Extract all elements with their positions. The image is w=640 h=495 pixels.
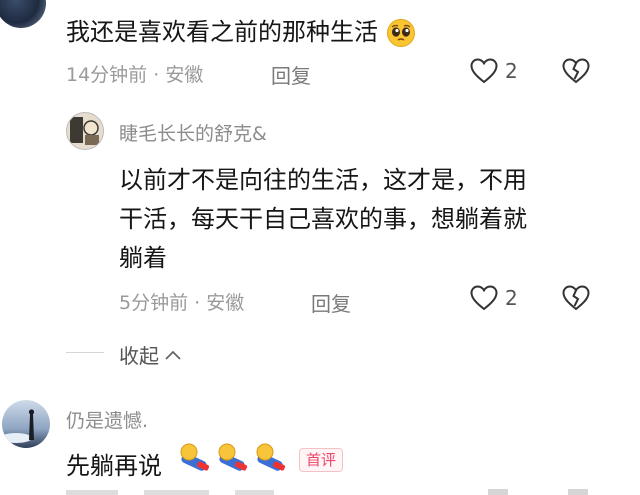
- like-button[interactable]: 2: [469, 57, 518, 85]
- collapse-label: 收起: [119, 344, 159, 368]
- pleading-face-icon: [386, 18, 416, 48]
- lying-flat-emoji-icon: [177, 441, 289, 479]
- collapse-divider: [66, 352, 104, 353]
- broken-heart-icon: [562, 285, 590, 311]
- reply-text-line-1: 以前才不是向往的生活，这才是，不用: [119, 166, 527, 194]
- heart-icon: [470, 285, 498, 311]
- comment2-username[interactable]: 仍是遗憾.: [66, 406, 148, 433]
- broken-heart-icon: [562, 58, 590, 84]
- heart-icon: [470, 58, 498, 84]
- first-comment-badge: 首评: [299, 448, 344, 472]
- comment-text: 我还是喜欢看之前的那种生活: [66, 12, 416, 48]
- like-count: 2: [505, 59, 518, 83]
- collapse-button[interactable]: 收起: [119, 340, 183, 369]
- reply-text-line-2: 干活，每天干自己喜欢的事，想躺着就: [119, 205, 527, 233]
- like-button[interactable]: 2: [469, 284, 518, 312]
- reply-text-line-3: 躺着: [119, 244, 167, 272]
- reply-button[interactable]: 回复: [311, 288, 351, 317]
- next-row-meta: [66, 490, 326, 495]
- reply-username[interactable]: 睫毛长长的舒克&: [119, 119, 267, 146]
- comment2-text: 先躺再说: [66, 452, 162, 480]
- like-count: 2: [505, 286, 518, 310]
- next-row-icons: [488, 489, 588, 495]
- comment-meta: 14分钟前 · 安徽: [66, 64, 204, 86]
- avatar-comment1[interactable]: [0, 0, 46, 28]
- reply-meta: 5分钟前 · 安徽: [119, 292, 245, 314]
- chevron-up-icon: [165, 350, 181, 360]
- avatar-comment2[interactable]: [2, 400, 50, 448]
- reply-button[interactable]: 回复: [271, 60, 311, 89]
- dislike-button[interactable]: [561, 57, 591, 85]
- avatar-reply1[interactable]: [66, 112, 104, 150]
- dislike-button[interactable]: [561, 284, 591, 312]
